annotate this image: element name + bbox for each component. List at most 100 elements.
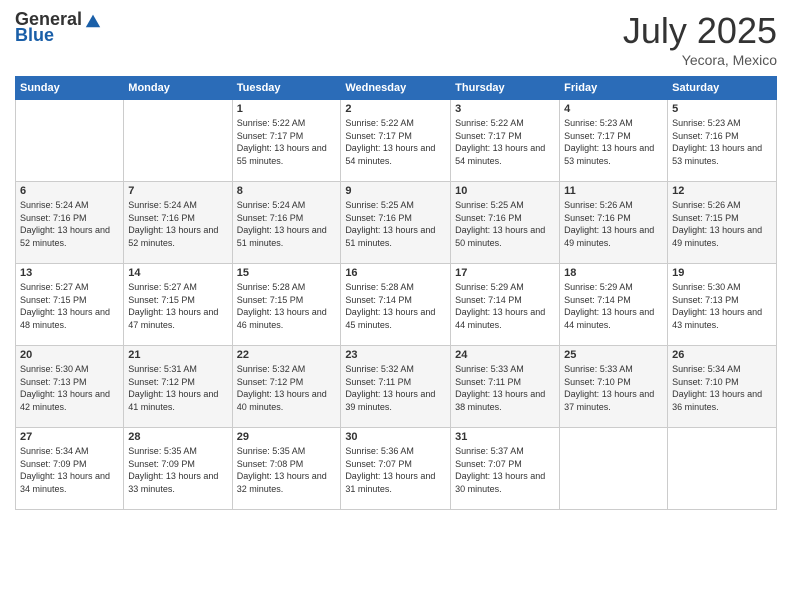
day-info: Sunrise: 5:28 AM Sunset: 7:14 PM Dayligh… — [345, 281, 446, 331]
day-cell — [16, 100, 124, 182]
day-cell: 3 Sunrise: 5:22 AM Sunset: 7:17 PM Daylig… — [451, 100, 560, 182]
day-number: 1 — [237, 103, 337, 115]
day-cell: 7Sunrise: 5:24 AM Sunset: 7:16 PM Daylig… — [124, 182, 232, 264]
col-header-thursday: Thursday — [451, 77, 560, 100]
day-number: 14 — [128, 267, 227, 279]
day-info: Sunrise: 5:33 AM Sunset: 7:10 PM Dayligh… — [564, 363, 663, 413]
day-cell: 9 Sunrise: 5:25 AM Sunset: 7:16 PM Daylig… — [341, 182, 451, 264]
day-number: 22 — [237, 349, 337, 361]
calendar-table: SundayMondayTuesdayWednesdayThursdayFrid… — [15, 76, 777, 510]
day-number: 23 — [345, 349, 446, 361]
day-info: Sunrise: 5:32 AM Sunset: 7:12 PM Dayligh… — [237, 363, 337, 413]
day-cell: 20 Sunrise: 5:30 AM Sunset: 7:13 PM Dayli… — [16, 346, 124, 428]
day-cell: 23Sunrise: 5:32 AM Sunset: 7:11 PM Dayli… — [341, 346, 451, 428]
month-title: July 2025 — [623, 10, 777, 52]
day-info: Sunrise: 5:26 AM Sunset: 7:15 PM Dayligh… — [672, 199, 772, 249]
col-header-friday: Friday — [560, 77, 668, 100]
day-cell: 17 Sunrise: 5:29 AM Sunset: 7:14 PM Dayli… — [451, 264, 560, 346]
day-info: Sunrise: 5:23 AM Sunset: 7:17 PM Dayligh… — [564, 117, 663, 167]
day-cell: 10Sunrise: 5:25 AM Sunset: 7:16 PM Dayli… — [451, 182, 560, 264]
day-number: 15 — [237, 267, 337, 279]
day-cell: 26 Sunrise: 5:34 AM Sunset: 7:10 PM Dayli… — [668, 346, 777, 428]
day-cell: 15 Sunrise: 5:28 AM Sunset: 7:15 PM Dayli… — [232, 264, 341, 346]
col-header-monday: Monday — [124, 77, 232, 100]
day-info: Sunrise: 5:30 AM Sunset: 7:13 PM Dayligh… — [20, 363, 119, 413]
day-number: 12 — [672, 185, 772, 197]
day-number: 11 — [564, 185, 663, 197]
day-info: Sunrise: 5:22 AM Sunset: 7:17 PM Dayligh… — [455, 117, 555, 167]
day-cell: 27 Sunrise: 5:34 AM Sunset: 7:09 PM Dayli… — [16, 428, 124, 510]
day-cell: 25Sunrise: 5:33 AM Sunset: 7:10 PM Dayli… — [560, 346, 668, 428]
day-info: Sunrise: 5:26 AM Sunset: 7:16 PM Dayligh… — [564, 199, 663, 249]
week-row-3: 20 Sunrise: 5:30 AM Sunset: 7:13 PM Dayli… — [16, 346, 777, 428]
day-number: 5 — [672, 103, 772, 115]
day-info: Sunrise: 5:34 AM Sunset: 7:10 PM Dayligh… — [672, 363, 772, 413]
day-cell: 5 Sunrise: 5:23 AM Sunset: 7:16 PM Daylig… — [668, 100, 777, 182]
day-info: Sunrise: 5:24 AM Sunset: 7:16 PM Dayligh… — [237, 199, 337, 249]
day-number: 6 — [20, 185, 119, 197]
day-number: 19 — [672, 267, 772, 279]
day-number: 2 — [345, 103, 446, 115]
day-number: 26 — [672, 349, 772, 361]
day-info: Sunrise: 5:31 AM Sunset: 7:12 PM Dayligh… — [128, 363, 227, 413]
day-number: 16 — [345, 267, 446, 279]
day-cell: 22 Sunrise: 5:32 AM Sunset: 7:12 PM Dayli… — [232, 346, 341, 428]
day-number: 20 — [20, 349, 119, 361]
day-info: Sunrise: 5:27 AM Sunset: 7:15 PM Dayligh… — [128, 281, 227, 331]
day-cell: 21 Sunrise: 5:31 AM Sunset: 7:12 PM Dayli… — [124, 346, 232, 428]
day-info: Sunrise: 5:34 AM Sunset: 7:09 PM Dayligh… — [20, 445, 119, 495]
day-cell: 6 Sunrise: 5:24 AM Sunset: 7:16 PM Daylig… — [16, 182, 124, 264]
day-info: Sunrise: 5:28 AM Sunset: 7:15 PM Dayligh… — [237, 281, 337, 331]
day-number: 13 — [20, 267, 119, 279]
day-info: Sunrise: 5:35 AM Sunset: 7:09 PM Dayligh… — [128, 445, 227, 495]
day-cell: 11 Sunrise: 5:26 AM Sunset: 7:16 PM Dayli… — [560, 182, 668, 264]
day-cell: 4 Sunrise: 5:23 AM Sunset: 7:17 PM Daylig… — [560, 100, 668, 182]
week-row-1: 6 Sunrise: 5:24 AM Sunset: 7:16 PM Daylig… — [16, 182, 777, 264]
day-info: Sunrise: 5:33 AM Sunset: 7:11 PM Dayligh… — [455, 363, 555, 413]
day-info: Sunrise: 5:35 AM Sunset: 7:08 PM Dayligh… — [237, 445, 337, 495]
day-cell: 2 Sunrise: 5:22 AM Sunset: 7:17 PM Daylig… — [341, 100, 451, 182]
day-number: 28 — [128, 431, 227, 443]
day-cell: 30 Sunrise: 5:36 AM Sunset: 7:07 PM Dayli… — [341, 428, 451, 510]
day-cell: 18 Sunrise: 5:29 AM Sunset: 7:14 PM Dayli… — [560, 264, 668, 346]
day-number: 4 — [564, 103, 663, 115]
day-number: 18 — [564, 267, 663, 279]
day-info: Sunrise: 5:29 AM Sunset: 7:14 PM Dayligh… — [455, 281, 555, 331]
day-info: Sunrise: 5:25 AM Sunset: 7:16 PM Dayligh… — [345, 199, 446, 249]
day-info: Sunrise: 5:24 AM Sunset: 7:16 PM Dayligh… — [20, 199, 119, 249]
day-cell: 19 Sunrise: 5:30 AM Sunset: 7:13 PM Dayli… — [668, 264, 777, 346]
title-block: July 2025 Yecora, Mexico — [623, 10, 777, 68]
location: Yecora, Mexico — [623, 52, 777, 68]
col-header-saturday: Saturday — [668, 77, 777, 100]
week-row-4: 27 Sunrise: 5:34 AM Sunset: 7:09 PM Dayli… — [16, 428, 777, 510]
day-info: Sunrise: 5:30 AM Sunset: 7:13 PM Dayligh… — [672, 281, 772, 331]
day-cell — [560, 428, 668, 510]
col-header-tuesday: Tuesday — [232, 77, 341, 100]
day-cell: 8 Sunrise: 5:24 AM Sunset: 7:16 PM Daylig… — [232, 182, 341, 264]
header-row: SundayMondayTuesdayWednesdayThursdayFrid… — [16, 77, 777, 100]
day-info: Sunrise: 5:23 AM Sunset: 7:16 PM Dayligh… — [672, 117, 772, 167]
week-row-0: 1 Sunrise: 5:22 AM Sunset: 7:17 PM Daylig… — [16, 100, 777, 182]
day-cell — [668, 428, 777, 510]
day-info: Sunrise: 5:29 AM Sunset: 7:14 PM Dayligh… — [564, 281, 663, 331]
day-info: Sunrise: 5:36 AM Sunset: 7:07 PM Dayligh… — [345, 445, 446, 495]
day-info: Sunrise: 5:22 AM Sunset: 7:17 PM Dayligh… — [345, 117, 446, 167]
day-number: 30 — [345, 431, 446, 443]
day-number: 9 — [345, 185, 446, 197]
day-number: 21 — [128, 349, 227, 361]
day-number: 24 — [455, 349, 555, 361]
day-cell: 28 Sunrise: 5:35 AM Sunset: 7:09 PM Dayli… — [124, 428, 232, 510]
day-info: Sunrise: 5:37 AM Sunset: 7:07 PM Dayligh… — [455, 445, 555, 495]
day-number: 8 — [237, 185, 337, 197]
day-cell: 24 Sunrise: 5:33 AM Sunset: 7:11 PM Dayli… — [451, 346, 560, 428]
page-container: General Blue July 2025 Yecora, Mexico Su… — [0, 0, 792, 520]
day-info: Sunrise: 5:22 AM Sunset: 7:17 PM Dayligh… — [237, 117, 337, 167]
day-number: 17 — [455, 267, 555, 279]
day-cell: 29Sunrise: 5:35 AM Sunset: 7:08 PM Dayli… — [232, 428, 341, 510]
day-number: 3 — [455, 103, 555, 115]
day-info: Sunrise: 5:27 AM Sunset: 7:15 PM Dayligh… — [20, 281, 119, 331]
day-number: 31 — [455, 431, 555, 443]
day-number: 27 — [20, 431, 119, 443]
day-info: Sunrise: 5:25 AM Sunset: 7:16 PM Dayligh… — [455, 199, 555, 249]
day-cell: 31 Sunrise: 5:37 AM Sunset: 7:07 PM Dayli… — [451, 428, 560, 510]
